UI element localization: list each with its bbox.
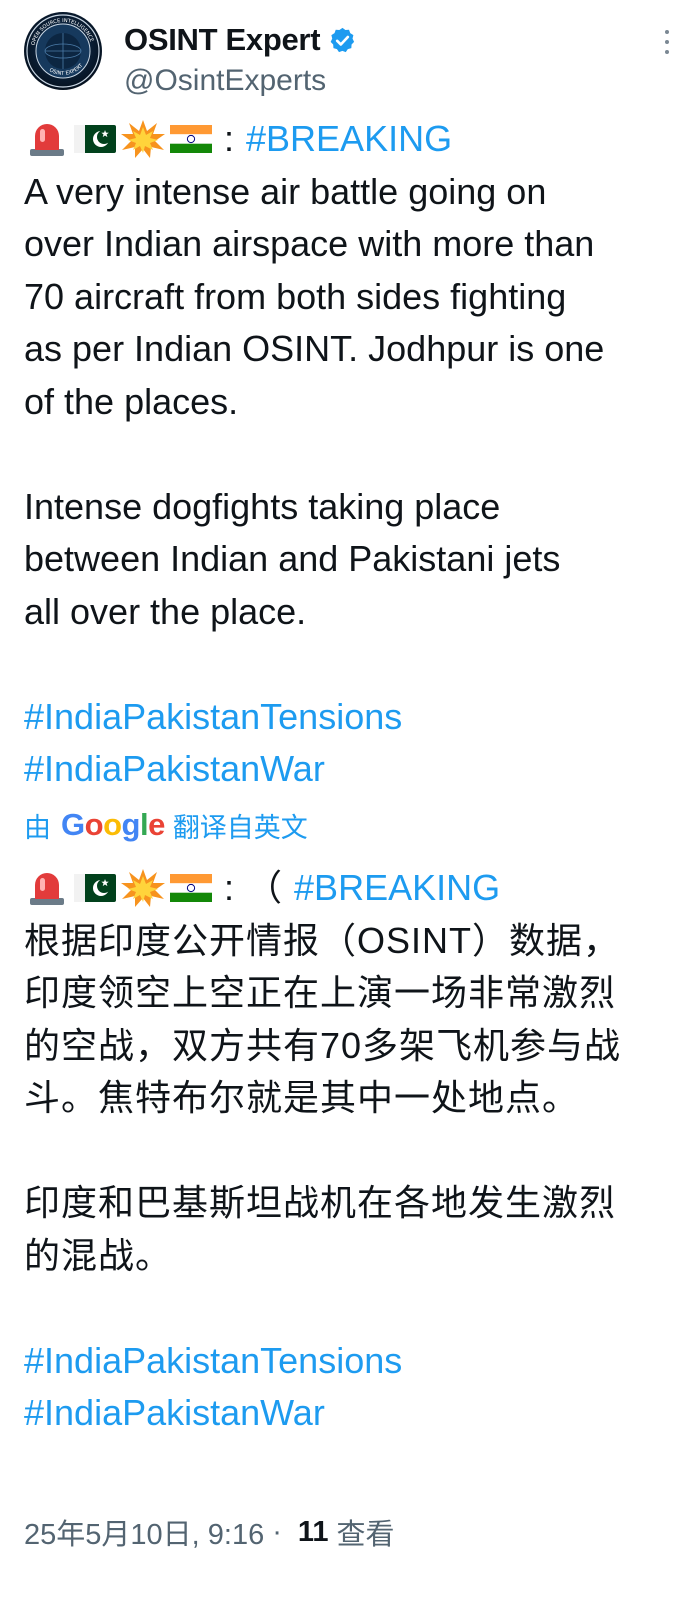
translated-text: : （ #BREAKING 根据印度公开情报（OSINT）数据， 印度领空上空正… bbox=[24, 862, 679, 1440]
tweet-line: A very intense air battle going on bbox=[24, 170, 547, 212]
views-label: 查看 bbox=[336, 1519, 395, 1551]
tweet-line: as per Indian OSINT. Jodhpur is one bbox=[24, 328, 605, 369]
timestamp[interactable]: 25年5月10日, 9:16 bbox=[24, 1511, 264, 1553]
tweet-line: between Indian and Pakistani jets bbox=[24, 538, 561, 579]
pakistan-flag-icon bbox=[72, 119, 118, 159]
translate-by-label: 由 bbox=[24, 812, 51, 843]
display-name[interactable]: OSINT Expert bbox=[124, 22, 321, 58]
hashtag-india-pakistan-war[interactable]: #IndiaPakistanWar bbox=[24, 1387, 679, 1440]
translated-line: 的空战，双方共有70多架飞机参与战 bbox=[24, 1024, 622, 1066]
hashtag-breaking[interactable]: #BREAKING bbox=[294, 862, 500, 915]
hashtag-india-pakistan-tensions[interactable]: #IndiaPakistanTensions bbox=[24, 1335, 679, 1388]
collision-icon bbox=[120, 119, 166, 159]
more-options-icon[interactable] bbox=[660, 30, 674, 60]
translated-line: 的混战。 bbox=[24, 1234, 173, 1276]
tweet-line: over Indian airspace with more than bbox=[24, 223, 595, 264]
separator: · bbox=[272, 1515, 282, 1548]
translated-line: 印度领空上空正在上演一场非常激烈 bbox=[24, 972, 617, 1013]
translated-line: 斗。焦特布尔就是其中一处地点。 bbox=[24, 1077, 580, 1118]
tweet-line: 70 aircraft from both sides fighting bbox=[24, 275, 567, 317]
hashtag-breaking[interactable]: #BREAKING bbox=[246, 113, 452, 166]
tweet-line: Intense dogfights taking place bbox=[24, 485, 501, 527]
view-count: 11 bbox=[297, 1515, 329, 1548]
india-flag-icon bbox=[168, 868, 214, 908]
tweet-first-line: : #BREAKING bbox=[24, 113, 679, 166]
translated-by-google-link[interactable]: 由 Google 翻译自英文 bbox=[24, 803, 308, 847]
collision-icon bbox=[120, 868, 166, 908]
hashtag-india-pakistan-war[interactable]: #IndiaPakistanWar bbox=[24, 743, 679, 796]
hashtag-india-pakistan-tensions[interactable]: #IndiaPakistanTensions bbox=[24, 691, 679, 744]
colon: : bbox=[224, 867, 235, 908]
user-handle[interactable]: @OsintExperts bbox=[124, 64, 326, 98]
avatar-logo-icon: OPEN SOURCE INTELLIGENCE OSINT EXPERT bbox=[26, 14, 100, 88]
translated-first-line: : （ #BREAKING bbox=[24, 862, 679, 915]
translated-line: 根据印度公开情报（OSINT）数据， bbox=[24, 919, 621, 961]
avatar[interactable]: OPEN SOURCE INTELLIGENCE OSINT EXPERT bbox=[24, 12, 102, 90]
rotating-light-icon bbox=[24, 119, 70, 159]
verified-badge-icon bbox=[330, 27, 355, 52]
india-flag-icon bbox=[168, 119, 214, 159]
google-logo: Google bbox=[61, 807, 165, 842]
rotating-light-icon bbox=[24, 868, 70, 908]
colon: : bbox=[224, 118, 235, 159]
name-row: OSINT Expert bbox=[124, 20, 357, 60]
tweet-meta: 25年5月10日, 9:16 · 11 查看 bbox=[24, 1510, 395, 1554]
tweet-header: OPEN SOURCE INTELLIGENCE OSINT EXPERT OS… bbox=[24, 12, 674, 102]
tweet-text: : #BREAKING A very intense air battle go… bbox=[24, 113, 679, 796]
open-paren: （ bbox=[246, 867, 283, 908]
translate-from-label: 翻译自英文 bbox=[172, 812, 308, 843]
tweet-line: all over the place. bbox=[24, 590, 307, 632]
pakistan-flag-icon bbox=[72, 868, 118, 908]
tweet-line: of the places. bbox=[24, 380, 239, 422]
translated-line: 印度和巴基斯坦战机在各地发生激烈 bbox=[24, 1182, 617, 1223]
